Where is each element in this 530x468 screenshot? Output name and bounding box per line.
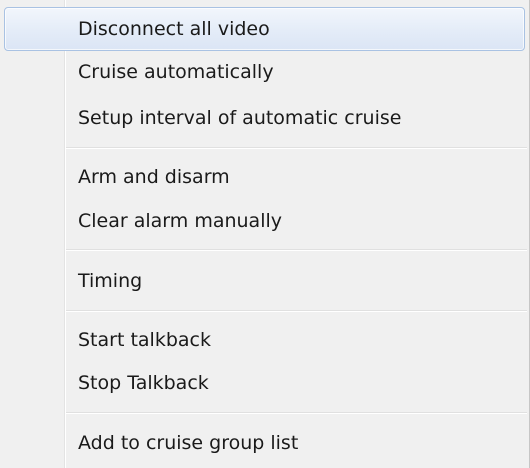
menu-separator xyxy=(66,310,527,312)
menu-item-label: Start talkback xyxy=(78,329,211,351)
menu-item-timing[interactable]: Timing xyxy=(4,259,525,303)
context-menu: Disconnect all video Cruise automaticall… xyxy=(0,0,530,468)
menu-item-start-talkback[interactable]: Start talkback xyxy=(4,318,525,362)
menu-item-clear-alarm-manually[interactable]: Clear alarm manually xyxy=(4,199,525,243)
menu-item-add-to-cruise-group-list[interactable]: Add to cruise group list xyxy=(4,421,525,465)
menu-separator xyxy=(66,147,527,149)
menu-separator xyxy=(66,412,527,414)
menu-item-label: Timing xyxy=(78,270,143,292)
menu-item-label: Clear alarm manually xyxy=(78,210,282,232)
menu-item-label: Add to cruise group list xyxy=(78,432,299,454)
menu-item-label: Cruise automatically xyxy=(78,61,274,83)
menu-item-setup-interval-of-automatic-cruise[interactable]: Setup interval of automatic cruise xyxy=(4,96,525,140)
menu-item-label: Disconnect all video xyxy=(78,18,270,40)
menu-item-label: Setup interval of automatic cruise xyxy=(78,107,402,129)
menu-item-disconnect-all-video[interactable]: Disconnect all video xyxy=(4,7,525,51)
menu-item-label: Stop Talkback xyxy=(78,372,209,394)
menu-item-label: Arm and disarm xyxy=(78,166,230,188)
menu-item-arm-and-disarm[interactable]: Arm and disarm xyxy=(4,155,525,199)
menu-separator xyxy=(66,249,527,251)
menu-item-cruise-automatically[interactable]: Cruise automatically xyxy=(4,50,525,94)
menu-item-stop-talkback[interactable]: Stop Talkback xyxy=(4,361,525,405)
